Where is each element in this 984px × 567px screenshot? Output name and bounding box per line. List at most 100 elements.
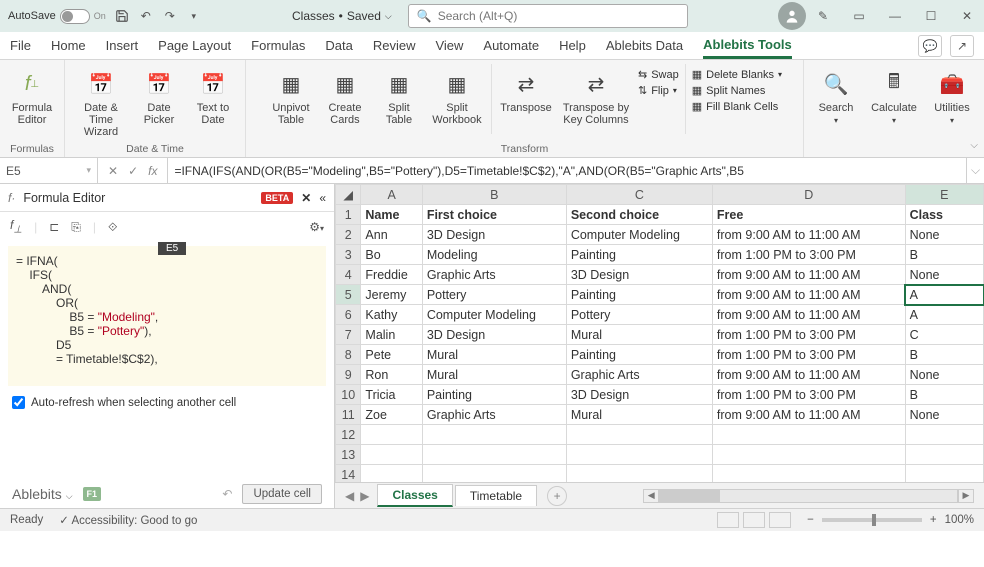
cell[interactable]: Zoe: [361, 405, 422, 425]
datetime-wizard-button[interactable]: 📅Date & Time Wizard: [73, 64, 129, 138]
autosave-toggle[interactable]: AutoSave On: [8, 9, 106, 24]
cell[interactable]: from 9:00 AM to 11:00 AM: [712, 225, 905, 245]
tab-ablebits-data[interactable]: Ablebits Data: [606, 34, 683, 57]
row-header-12[interactable]: 12: [336, 425, 361, 445]
split-names-button[interactable]: ▦Split Names: [692, 84, 782, 97]
gear-icon[interactable]: ⚙▾: [309, 220, 324, 234]
tab-review[interactable]: Review: [373, 34, 416, 57]
cell[interactable]: [422, 425, 566, 445]
autorefresh-checkbox[interactable]: Auto-refresh when selecting another cell: [0, 390, 334, 415]
cell[interactable]: [712, 465, 905, 483]
col-header-D[interactable]: D: [712, 185, 905, 205]
cell[interactable]: Painting: [422, 385, 566, 405]
cell[interactable]: Tricia: [361, 385, 422, 405]
add-sheet-button[interactable]: +: [547, 486, 567, 506]
cell[interactable]: Painting: [566, 245, 712, 265]
cell[interactable]: [566, 445, 712, 465]
sheet-tab-classes[interactable]: Classes: [377, 484, 452, 507]
sheet-tab-timetable[interactable]: Timetable: [455, 485, 537, 506]
sheet-table[interactable]: ◢ A B C D E 1 Name First choice Second c…: [335, 184, 984, 482]
cell[interactable]: Pottery: [566, 305, 712, 325]
cell[interactable]: from 9:00 AM to 11:00 AM: [712, 405, 905, 425]
fx-tool-icon[interactable]: f⊥: [10, 218, 22, 235]
cell[interactable]: [566, 465, 712, 483]
cell[interactable]: Graphic Arts: [566, 365, 712, 385]
cell[interactable]: B: [905, 345, 983, 365]
accessibility-status[interactable]: ✓ Accessibility: Good to go: [59, 513, 197, 527]
pagelayout-view-icon[interactable]: [743, 512, 765, 528]
tab-help[interactable]: Help: [559, 34, 586, 57]
close-icon[interactable]: ✕: [958, 7, 976, 25]
cell[interactable]: [566, 425, 712, 445]
cell[interactable]: A: [905, 305, 983, 325]
tab-automate[interactable]: Automate: [483, 34, 539, 57]
cell[interactable]: from 9:00 AM to 11:00 AM: [712, 285, 905, 305]
cell[interactable]: 3D Design: [566, 385, 712, 405]
cell[interactable]: Graphic Arts: [422, 265, 566, 285]
formula-editor-button[interactable]: f⊥ Formula Editor: [8, 64, 56, 126]
cell[interactable]: 3D Design: [566, 265, 712, 285]
cell[interactable]: [712, 425, 905, 445]
row-header-9[interactable]: 9: [336, 365, 361, 385]
cell[interactable]: Painting: [566, 345, 712, 365]
tab-ablebits-tools[interactable]: Ablebits Tools: [703, 33, 792, 59]
cell[interactable]: None: [905, 405, 983, 425]
accept-fx-icon[interactable]: ✓: [128, 164, 138, 178]
cell[interactable]: None: [905, 365, 983, 385]
zoom-control[interactable]: − + 100%: [807, 514, 974, 526]
row-header-11[interactable]: 11: [336, 405, 361, 425]
swap-button[interactable]: ⇆Swap: [638, 68, 679, 81]
cell[interactable]: [422, 445, 566, 465]
cell[interactable]: [361, 445, 422, 465]
ribbon-display-icon[interactable]: ▭: [850, 7, 868, 25]
search-input[interactable]: 🔍 Search (Alt+Q): [408, 4, 688, 28]
fx-icon[interactable]: fx: [148, 164, 157, 178]
cell[interactable]: [905, 425, 983, 445]
calculate-button[interactable]: 🖩Calculate▾: [866, 64, 922, 125]
cell[interactable]: A: [905, 285, 983, 305]
cell[interactable]: 3D Design: [422, 325, 566, 345]
comments-icon[interactable]: 💬: [918, 35, 942, 57]
utilities-button[interactable]: 🧰Utilities▾: [928, 64, 976, 125]
cell[interactable]: from 1:00 PM to 3:00 PM: [712, 345, 905, 365]
row-header-8[interactable]: 8: [336, 345, 361, 365]
ribbon-collapse-icon[interactable]: ⌵: [970, 140, 978, 151]
pen-icon[interactable]: ✎: [814, 7, 832, 25]
cell[interactable]: Mural: [566, 405, 712, 425]
cell[interactable]: [422, 465, 566, 483]
cell[interactable]: Ann: [361, 225, 422, 245]
next-sheet-icon[interactable]: ▶: [360, 489, 369, 503]
cell[interactable]: Mural: [422, 345, 566, 365]
col-header-C[interactable]: C: [566, 185, 712, 205]
split-table-button[interactable]: ▦Split Table: [375, 64, 423, 126]
row-header-7[interactable]: 7: [336, 325, 361, 345]
cell[interactable]: Bo: [361, 245, 422, 265]
row-header-13[interactable]: 13: [336, 445, 361, 465]
row-header-3[interactable]: 3: [336, 245, 361, 265]
cell[interactable]: B: [905, 245, 983, 265]
delete-blanks-button[interactable]: ▦Delete Blanks ▾: [692, 68, 782, 81]
row-header-4[interactable]: 4: [336, 265, 361, 285]
qat-dropdown-icon[interactable]: ▾: [186, 8, 202, 24]
save-icon[interactable]: [114, 8, 130, 24]
cell[interactable]: Mural: [422, 365, 566, 385]
cell[interactable]: Computer Modeling: [422, 305, 566, 325]
tab-home[interactable]: Home: [51, 34, 86, 57]
tab-formulas[interactable]: Formulas: [251, 34, 305, 57]
zoom-out-icon[interactable]: −: [807, 514, 814, 526]
cell[interactable]: [361, 465, 422, 483]
document-title[interactable]: Classes • Saved ⌵: [292, 9, 392, 23]
cell[interactable]: from 1:00 PM to 3:00 PM: [712, 245, 905, 265]
select-all[interactable]: ◢: [336, 185, 361, 205]
tab-pagelayout[interactable]: Page Layout: [158, 34, 231, 57]
cell[interactable]: Ron: [361, 365, 422, 385]
pagebreak-view-icon[interactable]: [769, 512, 791, 528]
collapse-pane-icon[interactable]: «: [319, 191, 326, 205]
cell[interactable]: Pottery: [422, 285, 566, 305]
scroll-left-icon[interactable]: ◀: [643, 489, 659, 503]
unpivot-button[interactable]: ▦Unpivot Table: [267, 64, 315, 126]
zoom-in-icon[interactable]: +: [930, 514, 937, 526]
zoom-slider[interactable]: [822, 518, 922, 522]
indent-icon[interactable]: ⊏: [49, 220, 59, 234]
redo-icon[interactable]: ↷: [162, 8, 178, 24]
